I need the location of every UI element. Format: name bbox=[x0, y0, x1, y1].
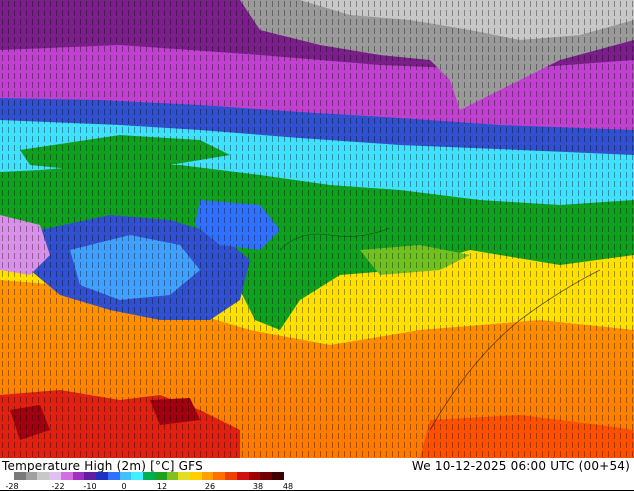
color-legend: -28 -22 -10 0 12 26 38 48 bbox=[0, 472, 300, 491]
map-viewer: Temperature High (2m) [°C] GFS We 10-12-… bbox=[0, 0, 634, 491]
legend-swatch bbox=[25, 472, 38, 480]
map-title: Temperature High (2m) [°C] GFS bbox=[2, 459, 203, 473]
legend-swatch bbox=[131, 472, 144, 480]
temperature-map[interactable] bbox=[0, 0, 634, 458]
legend-swatch bbox=[260, 472, 273, 480]
legend-swatch bbox=[84, 472, 97, 480]
legend-swatch bbox=[166, 472, 179, 480]
legend-swatch bbox=[190, 472, 202, 480]
legend-swatch bbox=[201, 472, 214, 480]
legend-swatch bbox=[49, 472, 61, 480]
legend-swatch bbox=[14, 472, 26, 480]
legend-swatch bbox=[119, 472, 132, 480]
legend-swatch bbox=[72, 472, 85, 480]
legend-swatch bbox=[143, 472, 155, 480]
legend-swatch bbox=[213, 472, 226, 480]
legend-colorbar bbox=[14, 472, 284, 480]
legend-swatch bbox=[37, 472, 50, 480]
value-grid-overlay bbox=[0, 0, 634, 458]
legend-swatch bbox=[272, 472, 284, 480]
forecast-datetime: We 10-12-2025 06:00 UTC (00+54) bbox=[411, 459, 630, 473]
legend-swatch bbox=[236, 472, 249, 480]
legend-swatch bbox=[154, 472, 167, 480]
legend-swatch bbox=[107, 472, 120, 480]
legend-swatch bbox=[248, 472, 261, 480]
legend-swatch bbox=[60, 472, 73, 480]
legend-swatch bbox=[225, 472, 237, 480]
legend-swatch bbox=[96, 472, 108, 480]
legend-swatch bbox=[178, 472, 191, 480]
